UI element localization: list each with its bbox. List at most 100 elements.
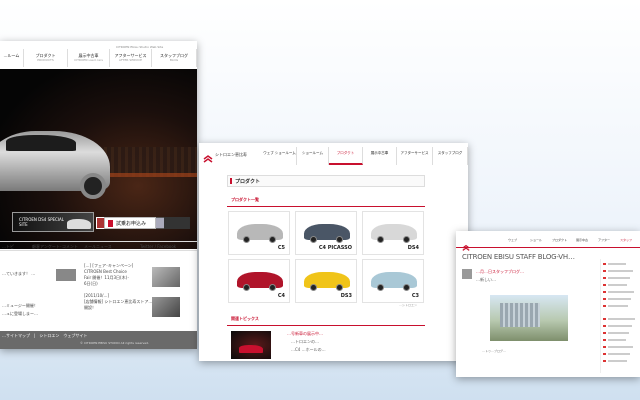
building-shape (500, 303, 540, 327)
sidebar-bullet (603, 263, 606, 265)
ds4-banner-label: CITROEN DS4 SPECIAL SITE (19, 217, 64, 227)
product-name: C4 PICASSO (318, 245, 352, 251)
sidebar-link[interactable] (608, 263, 626, 265)
nav-item-staff-blog[interactable]: スタッフブログ BLOG (152, 49, 197, 67)
nav-item[interactable]: 展示中古 (576, 237, 588, 243)
sidebar-link[interactable] (608, 298, 631, 300)
nav-item-showroom[interactable]: …ルーム (0, 49, 24, 67)
nav-item[interactable]: プロダクト (552, 237, 567, 243)
nav-item-after-service[interactable]: アフターサービス AFTER SERVICE (110, 49, 152, 67)
sidebar-link[interactable] (608, 284, 627, 286)
nav-label: プロダクト (336, 151, 355, 155)
nav-label: ショールーム (302, 151, 323, 155)
product-tile[interactable]: DS3 (295, 259, 357, 303)
logo-icon (203, 149, 213, 163)
secondary-nav-item[interactable]: …トピ (2, 244, 14, 250)
top-nav: ウェブ ショールーム ショールーム プロダクト 展示中古車 アフターサービス ス… (263, 147, 468, 165)
topic-lines: …号新車の展示中… …トロエンの… …C4 …ホールの… (287, 331, 417, 359)
news-item[interactable]: …ュに登場しまー… (2, 311, 38, 317)
nav-item[interactable]: スタッフ (620, 237, 632, 243)
sidebar-links (603, 259, 637, 371)
author-avatar (462, 269, 472, 279)
nav-item[interactable]: アフター (598, 237, 610, 243)
product-name: C4 (277, 293, 285, 299)
sidebar-link[interactable] (608, 353, 630, 355)
top-nav: …ルーム プロダクト PRODUCTS 展示中古車 CITROEN used car… (0, 49, 197, 69)
product-tile[interactable]: C4 PICASSO (295, 211, 357, 255)
more-link[interactable]: …シトロエン (399, 303, 417, 307)
test-drive-label: 試乗お申込み (116, 221, 147, 227)
product-name: C5 (277, 245, 285, 251)
post-line[interactable]: …月…日スタッフブログ… (476, 269, 524, 275)
car-wheel (243, 284, 250, 291)
sidebar-bullet (603, 353, 606, 355)
nav-item-products[interactable]: プロダクト PRODUCTS (24, 49, 68, 67)
news-line[interactable]: 6日(日) (84, 281, 98, 287)
product-name: C3 (411, 293, 419, 299)
sidebar-link[interactable] (608, 318, 635, 320)
small-banner[interactable] (164, 217, 190, 229)
car-wheel (336, 236, 343, 243)
sidebar-bullet (603, 332, 606, 334)
hero-car-wheel (80, 173, 106, 199)
nav-item-used-cars[interactable]: 展示中古車 (363, 147, 397, 165)
sidebar-link[interactable] (608, 270, 633, 272)
sidebar-bullet (603, 291, 606, 293)
nav-item-products[interactable]: プロダクト (329, 147, 363, 165)
sidebar-bullet (603, 298, 606, 300)
topic-car (239, 345, 263, 353)
staff-blog-screenshot: ウェブ ショール プロダクト 展示中古 アフター スタッフ CITROEN EB… (456, 231, 640, 377)
car-wheel (377, 284, 384, 291)
nav-label: スタッフブログ (437, 151, 463, 155)
news-line[interactable]: 開設！ (84, 305, 96, 311)
news-item[interactable]: …ミュージー開催！ (2, 303, 38, 309)
product-tile[interactable]: C4 (228, 259, 290, 303)
post-line: …新しい… (476, 277, 496, 282)
nav-item-staff-blog[interactable]: スタッフブログ (433, 147, 468, 165)
car-wheel (336, 284, 343, 291)
car-wheel (269, 236, 276, 243)
sidebar-link[interactable] (608, 332, 629, 334)
nav-label: ウェブ ショールーム (263, 151, 296, 155)
nav-item-after-service[interactable]: アフターサービス (397, 147, 433, 165)
sidebar-link[interactable] (608, 325, 632, 327)
blog-title[interactable]: CITROEN EBISU STAFF BLOG-VH… (462, 253, 575, 261)
nav-item-web-showroom[interactable]: ウェブ ショールーム (263, 147, 297, 165)
secondary-nav-item[interactable]: Twitter / Facebook (140, 244, 176, 250)
car-wheel (403, 284, 410, 291)
sidebar-link[interactable] (608, 360, 627, 362)
test-drive-button[interactable]: 試乗お申込み (104, 217, 156, 229)
news-thumb (56, 269, 76, 281)
car-wheel (377, 236, 384, 243)
sidebar-link[interactable] (608, 346, 633, 348)
nav-item-showroom[interactable]: ショールーム (297, 147, 329, 165)
nav-item[interactable]: ウェブ (508, 237, 517, 243)
section-title-product-list: プロダクト一覧 (231, 197, 259, 202)
sidebar-link[interactable] (608, 291, 634, 293)
topic-line[interactable]: …C4 …ホールの… (291, 347, 326, 353)
logo-icon (462, 237, 470, 251)
secondary-nav-item[interactable]: 顧客アンケート･コメント (32, 244, 78, 250)
hero-car-window (6, 135, 76, 151)
news-item[interactable]: …ていきます！ … (2, 271, 35, 277)
post-caption: …トゥ…ブログ… (482, 349, 507, 353)
product-tile[interactable]: C5 (228, 211, 290, 255)
footer-links[interactable]: …サイトマップ | シトロエン ウェブサイト (2, 333, 87, 339)
post-body: …月…日スタッフブログ… …新しい… …トゥ…ブログ… (462, 265, 598, 375)
ds4-banner[interactable]: CITROEN DS4 SPECIAL SITE (12, 212, 94, 232)
topic-line[interactable]: …号新車の展示中… (287, 331, 323, 337)
car-wheel (310, 284, 317, 291)
sidebar-link[interactable] (608, 277, 630, 279)
sidebar-link[interactable] (608, 339, 626, 341)
post-image (490, 295, 568, 341)
nav-item-used-cars[interactable]: 展示中古車 CITROEN used cars (68, 49, 110, 67)
topic-line[interactable]: …トロエンの… (291, 339, 319, 345)
sidebar-bullet (603, 305, 606, 307)
product-tile[interactable]: C3 (362, 259, 424, 303)
product-tile[interactable]: DS4 (362, 211, 424, 255)
nav-item[interactable]: ショール (530, 237, 542, 243)
sidebar-link[interactable] (608, 305, 628, 307)
news-image (152, 297, 180, 317)
page-heading-bar: プロダクト (227, 175, 425, 187)
secondary-nav-item[interactable]: メールニュース (84, 244, 112, 250)
